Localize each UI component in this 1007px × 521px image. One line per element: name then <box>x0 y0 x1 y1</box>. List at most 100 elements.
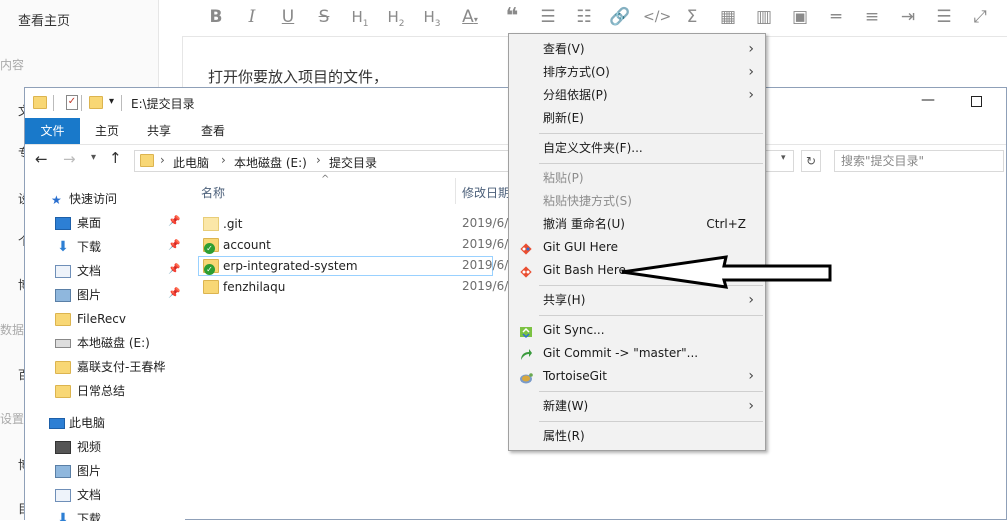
nav-item-documents[interactable]: 文档 <box>55 260 101 282</box>
indent-icon[interactable]: ⇥ <box>895 4 921 30</box>
nav-item-videos[interactable]: 视频 <box>55 436 101 458</box>
minimize-icon[interactable]: — <box>921 92 935 108</box>
menu-item-properties[interactable]: 属性(R) <box>510 425 764 448</box>
nav-item-drive-e[interactable]: 本地磁盘 (E:) <box>55 332 150 354</box>
search-input[interactable]: 搜索"提交目录" <box>834 150 1004 172</box>
maximize-icon[interactable] <box>971 96 982 107</box>
new-folder-icon[interactable] <box>89 96 103 109</box>
nav-quick-access[interactable]: 快速访问 <box>69 188 117 210</box>
pin-icon[interactable]: 📌 <box>168 288 180 299</box>
table-icon[interactable]: ▦ <box>715 4 741 30</box>
tab-view[interactable]: 查看 <box>191 118 235 144</box>
nav-item-pictures[interactable]: 图片 <box>55 284 101 306</box>
nav-item-pictures[interactable]: 图片 <box>55 460 101 482</box>
refresh-icon[interactable]: ↻ <box>801 150 821 172</box>
dashed-line-icon[interactable]: ≡ <box>859 4 885 30</box>
tab-file[interactable]: 文件 <box>25 118 80 144</box>
fullscreen-icon[interactable]: ⤢ <box>967 4 993 30</box>
chart-icon[interactable]: ▥ <box>751 4 777 30</box>
menu-item-view[interactable]: 查看(V) › <box>510 38 764 61</box>
image-icon[interactable]: ▣ <box>787 4 813 30</box>
recent-locations-icon[interactable]: ▾ <box>91 152 96 163</box>
heading3-icon[interactable]: H3 <box>419 4 445 30</box>
properties-icon[interactable]: ✓ <box>66 95 78 110</box>
nav-item-downloads[interactable]: ⬇ 下载 <box>55 508 101 521</box>
submenu-arrow-icon: › <box>748 41 754 57</box>
nav-item-downloads[interactable]: ⬇ 下载 <box>55 236 101 258</box>
nav-item-label: 下载 <box>77 240 102 254</box>
menu-item-share[interactable]: 共享(H) › <box>510 289 764 312</box>
breadcrumb-folder[interactable]: 提交目录 <box>329 154 377 171</box>
file-row[interactable]: fenzhilaqu <box>198 277 493 297</box>
drive-icon <box>55 339 71 348</box>
code-icon[interactable]: </> <box>643 4 671 30</box>
column-header-modified[interactable]: 修改日期 <box>462 184 510 201</box>
nav-item-documents[interactable]: 文档 <box>55 484 101 506</box>
breadcrumb-separator-icon[interactable]: › <box>221 153 226 167</box>
column-divider <box>455 178 456 204</box>
unordered-list-icon[interactable]: ☷ <box>571 4 597 30</box>
file-row[interactable]: .git <box>198 214 493 234</box>
back-arrow-icon[interactable]: ← <box>35 150 48 168</box>
pictures-icon <box>55 465 71 478</box>
ordered-list-icon[interactable]: ☰ <box>535 4 561 30</box>
strikethrough-icon[interactable]: S <box>311 4 337 30</box>
menu-item-paste[interactable]: 粘贴(P) <box>510 167 764 190</box>
quote-icon[interactable]: ❝ <box>499 4 525 30</box>
nav-item-label: 桌面 <box>77 216 102 230</box>
forward-arrow-icon[interactable]: → <box>63 150 76 168</box>
tortoisegit-icon <box>519 370 533 384</box>
tab-share[interactable]: 共享 <box>137 118 181 144</box>
menu-item-group-by[interactable]: 分组依据(P) › <box>510 84 764 107</box>
breadcrumb-this-pc[interactable]: 此电脑 <box>173 154 209 171</box>
quick-access-toolbar-dropdown[interactable]: ▾ <box>109 96 114 107</box>
breadcrumb-drive[interactable]: 本地磁盘 (E:) <box>234 154 307 171</box>
menu-item-undo-rename[interactable]: 撤消 重命名(U) Ctrl+Z <box>510 213 764 236</box>
menu-separator <box>539 315 763 316</box>
nav-item-folder[interactable]: 日常总结 <box>55 380 125 402</box>
up-arrow-icon[interactable]: ↑ <box>109 149 122 167</box>
hr-icon[interactable]: ═ <box>823 4 849 30</box>
bold-icon[interactable]: B <box>203 4 229 30</box>
breadcrumb-separator-icon[interactable]: › <box>316 153 321 167</box>
breadcrumb-separator-icon[interactable]: › <box>160 153 165 167</box>
pin-icon[interactable]: 📌 <box>168 240 180 251</box>
tab-home[interactable]: 主页 <box>85 118 129 144</box>
menu-item-refresh[interactable]: 刷新(E) <box>510 107 764 130</box>
menu-item-paste-shortcut[interactable]: 粘贴快捷方式(S) <box>510 190 764 213</box>
submenu-arrow-icon: › <box>748 368 754 384</box>
menu-item-sort-by[interactable]: 排序方式(O) › <box>510 61 764 84</box>
window-title: E:\提交目录 <box>131 97 195 111</box>
git-gui-icon <box>519 241 533 255</box>
menu-item-new[interactable]: 新建(W) › <box>510 395 764 418</box>
link-icon[interactable]: 🔗 <box>607 4 633 30</box>
file-date: 2019/6/ <box>462 279 509 293</box>
address-dropdown-icon[interactable]: ▾ <box>781 153 786 163</box>
pin-icon[interactable]: 📌 <box>168 216 180 227</box>
heading2-icon[interactable]: H2 <box>383 4 409 30</box>
formula-icon[interactable]: Σ <box>679 4 705 30</box>
menu-item-tortoisegit[interactable]: TortoiseGit › <box>510 365 764 388</box>
nav-item-folder[interactable]: 嘉联支付-王春桦 <box>55 356 165 378</box>
navigation-pane: ★ 快速访问 桌面 ⬇ 下载 文档 图片 📌 📌 📌 📌 FileRecv 本地磁… <box>25 178 185 521</box>
underline-icon[interactable]: U <box>275 4 301 30</box>
menu-item-customize-folder[interactable]: 自定义文件夹(F)... <box>510 137 764 160</box>
column-header-name[interactable]: 名称 <box>201 184 225 201</box>
heading1-icon[interactable]: H1 <box>347 4 373 30</box>
nav-item-filerecv[interactable]: FileRecv <box>55 308 126 330</box>
outdent-icon[interactable]: ☰ <box>931 4 957 30</box>
nav-item-label: 文档 <box>77 264 102 278</box>
font-color-icon[interactable]: A▾ <box>457 4 483 30</box>
nav-item-desktop[interactable]: 桌面 <box>55 212 101 234</box>
italic-icon[interactable]: I <box>239 4 265 30</box>
git-status-check-icon: ✓ <box>204 264 215 275</box>
pin-icon[interactable]: 📌 <box>168 264 180 275</box>
menu-item-shortcut: Ctrl+Z <box>706 217 746 231</box>
file-row-selected[interactable]: ✓ erp-integrated-system <box>198 256 493 276</box>
file-row[interactable]: ✓ account <box>198 235 493 255</box>
nav-this-pc[interactable]: 此电脑 <box>69 412 105 434</box>
menu-item-git-commit[interactable]: Git Commit -> "master"... <box>510 342 764 365</box>
sidebar-section-label: 数据 <box>0 323 25 337</box>
menu-item-git-sync[interactable]: Git Sync... <box>510 319 764 342</box>
sidebar-home-link[interactable]: 查看主页 <box>18 10 70 29</box>
